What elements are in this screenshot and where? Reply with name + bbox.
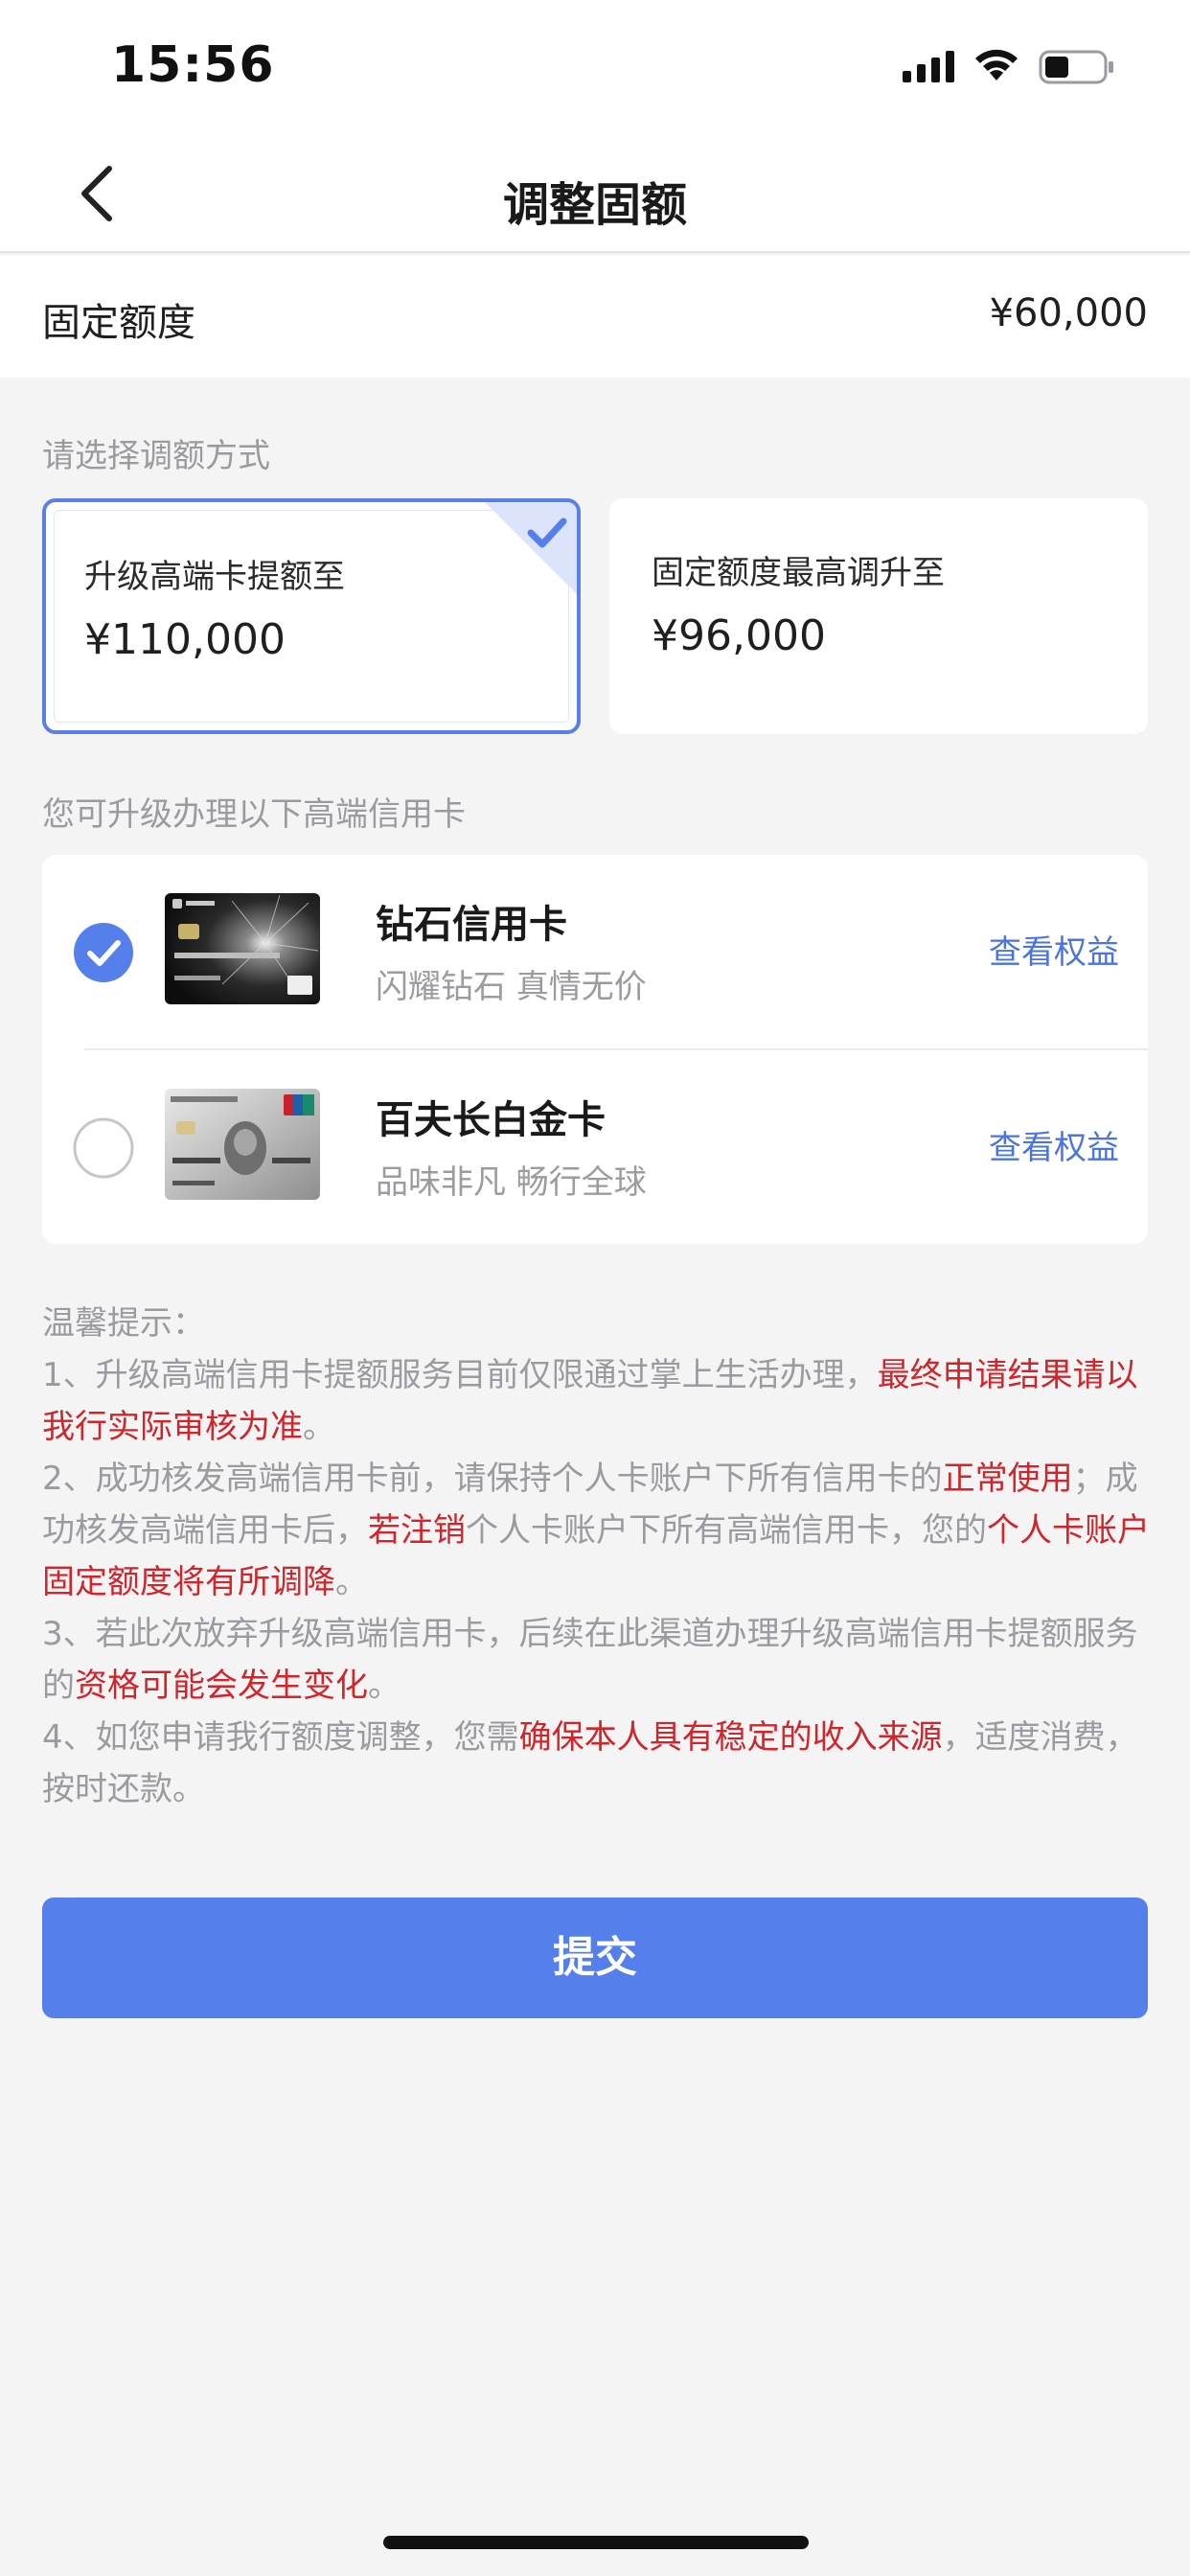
fixed-limit-label: 固定额度 (42, 301, 195, 345)
home-indicator (383, 2536, 809, 2549)
card-section-label: 您可升级办理以下高端信用卡 (42, 795, 466, 834)
view-benefits-link[interactable]: 查看权益 (989, 1121, 1119, 1168)
tip-highlight: 确保本人具有稳定的收入来源 (518, 1718, 943, 1757)
card-name: 百夫长白金卡 (376, 1098, 606, 1142)
corner-check-icon (485, 502, 577, 594)
status-bar: 15:56 (0, 0, 1190, 134)
battery-icon (1039, 50, 1113, 84)
option-title: 固定额度最高调升至 (652, 554, 945, 592)
card-slogan: 闪耀钻石 真情无价 (376, 968, 647, 1006)
page-title: 调整固额 (502, 178, 687, 232)
nav-bar: 调整固额 (0, 134, 1190, 253)
tips-list: 1、升级高端信用卡提额服务目前仅限通过掌上生活办理，最终申请结果请以我行实际审核… (42, 1349, 1154, 1815)
tip-text: 4、如您申请我行额度调整，您需 (42, 1718, 519, 1757)
tip-text: 2、成功核发高端信用卡前，请保持个人卡账户下所有信用卡的 (42, 1460, 943, 1498)
radio-unchecked-icon[interactable] (73, 1117, 134, 1179)
tip-text: 。 (303, 1408, 335, 1446)
tip-highlight: 若注销 (368, 1511, 466, 1550)
card-slogan: 品味非凡 畅行全球 (376, 1163, 647, 1202)
option-upgrade-card[interactable]: 升级高端卡提额至 ¥110,000 (42, 498, 581, 734)
tip-item: 2、成功核发高端信用卡前，请保持个人卡账户下所有信用卡的正常使用；成功核发高端信… (42, 1453, 1154, 1608)
tips-heading: 温馨提示： (42, 1304, 205, 1343)
tip-item: 3、若此次放弃升级高端信用卡，后续在此渠道办理升级高端信用卡提额服务的资格可能会… (42, 1608, 1154, 1712)
page: 15:56 调整固额 固定额度 ¥60,000 请选择调额方式 升级高端卡提额至… (0, 0, 1190, 2576)
diamond-card-image (165, 893, 320, 1004)
tip-item: 4、如您申请我行额度调整，您需确保本人具有稳定的收入来源，适度消费，按时还款。 (42, 1712, 1154, 1815)
fixed-limit-value: ¥60,000 (989, 291, 1148, 335)
tip-highlight: 资格可能会发生变化 (75, 1667, 368, 1705)
tip-text: 。 (368, 1667, 400, 1705)
option-amount: ¥110,000 (84, 615, 286, 664)
fixed-limit-row: 固定额度 ¥60,000 (0, 255, 1190, 378)
card-row-platinum[interactable]: 百夫长白金卡 品味非凡 畅行全球 查看权益 (42, 1050, 1148, 1244)
tip-text: 1、升级高端信用卡提额服务目前仅限通过掌上生活办理， (42, 1356, 878, 1394)
view-benefits-link[interactable]: 查看权益 (989, 926, 1119, 973)
radio-checked-icon[interactable] (73, 922, 134, 983)
tips: 温馨提示： 1、升级高端信用卡提额服务目前仅限通过掌上生活办理，最终申请结果请以… (42, 1298, 1154, 1815)
method-section-label: 请选择调额方式 (42, 437, 270, 475)
tip-highlight: 正常使用 (942, 1460, 1073, 1498)
tip-text: 。 (335, 1563, 368, 1601)
tip-item: 1、升级高端信用卡提额服务目前仅限通过掌上生活办理，最终申请结果请以我行实际审核… (42, 1349, 1154, 1453)
card-name: 钻石信用卡 (376, 903, 567, 947)
card-row-diamond[interactable]: 钻石信用卡 闪耀钻石 真情无价 查看权益 (42, 855, 1148, 1050)
status-time: 15:56 (111, 36, 275, 94)
wifi-icon (975, 49, 1018, 80)
platinum-card-image (165, 1089, 320, 1200)
card-list: 钻石信用卡 闪耀钻石 真情无价 查看权益 百夫长白金卡 品味非凡 畅行全球 查看… (42, 855, 1148, 1244)
submit-button[interactable]: 提交 (42, 1898, 1148, 2018)
tip-text: 个人卡账户下所有高端信用卡，您的 (466, 1511, 987, 1550)
option-title: 升级高端卡提额至 (84, 558, 345, 596)
option-amount: ¥96,000 (652, 611, 826, 660)
signal-icon (903, 51, 954, 82)
option-fixed-limit-raise[interactable]: 固定额度最高调升至 ¥96,000 (609, 498, 1148, 734)
